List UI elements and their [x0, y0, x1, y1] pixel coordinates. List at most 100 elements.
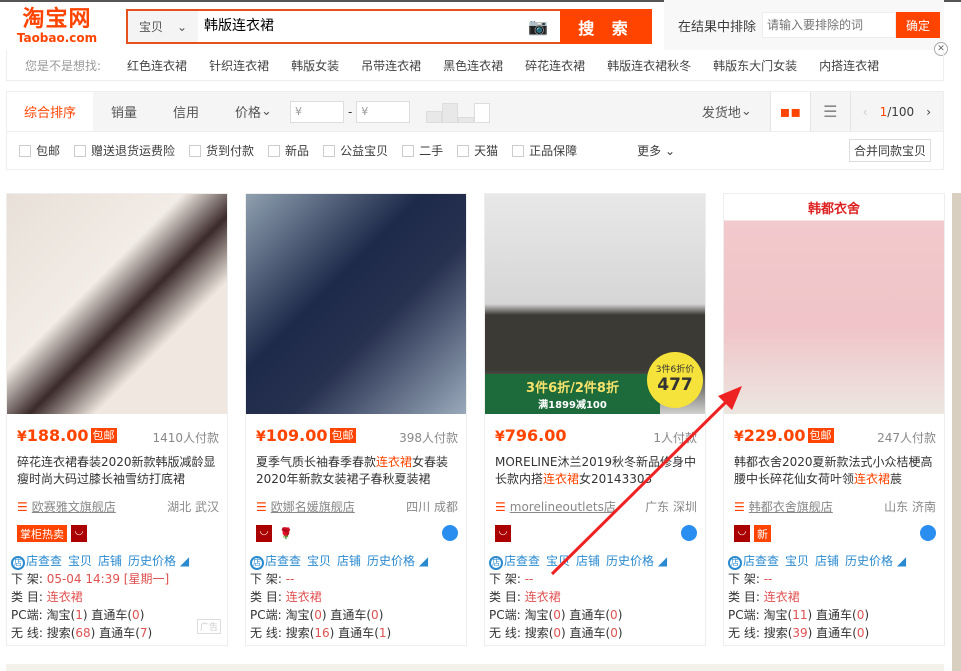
item-link[interactable]: 宝贝 [68, 552, 92, 570]
store-link[interactable]: 店铺 [98, 552, 122, 570]
search-button[interactable]: 搜 索 [560, 9, 652, 44]
sales-count: 398人付款 [399, 429, 458, 446]
suggest-link[interactable]: 韩版连衣裙秋冬 [607, 57, 691, 74]
suggest-link[interactable]: 韩版女装 [291, 57, 339, 74]
suggest-link[interactable]: 红色连衣裙 [127, 57, 187, 74]
price-range-dash: - [348, 105, 352, 119]
wireless-stats-row: 无 线: 搜索(39) 直通车(0) [728, 624, 869, 641]
price-history-link[interactable]: 历史价格 ◢ [367, 552, 428, 570]
filter-checkbox[interactable]: 二手 [402, 142, 443, 159]
product-title[interactable]: 夏季气质长袖春季春款连衣裙女春装2020年新款女装裙子春秋夏装裙 [256, 454, 460, 488]
wangwang-chat-icon[interactable] [920, 525, 936, 541]
dianchacha-link[interactable]: 店店查查 [11, 552, 62, 570]
exclude-confirm-button[interactable]: 确定 [896, 12, 940, 38]
price-min-input[interactable]: ¥ [290, 101, 344, 123]
badges: ◡ 🌹 [256, 525, 296, 542]
product-image[interactable] [7, 194, 227, 414]
tmall-icon[interactable]: ◡ [71, 525, 87, 542]
product-card[interactable]: ¥109.00包邮 398人付款 夏季气质长袖春季春款连衣裙女春装2020年新款… [245, 193, 467, 646]
product-card[interactable]: 3件6折/2件8折满1899减100 3件6折价477 ¥796.00 1人付款… [484, 193, 706, 646]
more-filters-dropdown[interactable]: 更多 ⌄ [637, 142, 675, 159]
wangwang-chat-icon[interactable] [681, 525, 697, 541]
store-link[interactable]: 店铺 [337, 552, 361, 570]
prev-page-icon[interactable]: ‹ [863, 105, 868, 119]
suggest-link[interactable]: 内搭连衣裙 [819, 57, 879, 74]
extra-badge: 新 [754, 525, 771, 542]
taobao-logo[interactable]: 淘宝网 Taobao.com [14, 8, 100, 44]
filter-checkbox[interactable]: 天猫 [457, 142, 498, 159]
dianchacha-link[interactable]: 店店查查 [489, 552, 540, 570]
free-shipping-badge: 包邮 [330, 428, 356, 443]
product-title[interactable]: 碎花连衣裙春装2020新款韩版减龄显瘦时尚大码过膝长袖雪纺打底裙 [17, 454, 221, 488]
item-link[interactable]: 宝贝 [546, 552, 570, 570]
product-image[interactable]: 3件6折/2件8折满1899减100 3件6折价477 [485, 194, 705, 414]
sort-sales-tab[interactable]: 销量 [93, 92, 155, 131]
shop-link[interactable]: ☰欧赛雅文旗舰店 [17, 498, 116, 515]
search-input[interactable]: 韩版连衣裙 [198, 11, 528, 42]
tmall-icon[interactable]: ◡ [495, 525, 511, 542]
store-link[interactable]: 店铺 [815, 552, 839, 570]
tool-links: 店店查查 宝贝 店铺 历史价格 ◢ [11, 552, 189, 570]
item-link[interactable]: 宝贝 [785, 552, 809, 570]
grid-view-icon[interactable]: ▪▪ [770, 92, 810, 131]
shop-icon: ☰ [734, 500, 745, 514]
product-title[interactable]: 韩都衣舍2020夏新款法式小众桔梗高腰中长碎花仙女荷叶领连衣裙莀 [734, 454, 938, 488]
merge-same-button[interactable]: 合并同款宝贝 [849, 139, 931, 162]
suggest-link[interactable]: 黑色连衣裙 [443, 57, 503, 74]
exclude-panel: 在结果中排除 确定 [664, 0, 944, 50]
dianchacha-icon: 店 [11, 556, 25, 570]
filter-checkbox[interactable]: 包邮 [19, 142, 60, 159]
filter-checkbox[interactable]: 货到付款 [189, 142, 254, 159]
product-image[interactable] [246, 194, 466, 414]
product-image[interactable]: 韩都衣舍 [724, 194, 944, 414]
suggest-link[interactable]: 吊带连衣裙 [361, 57, 421, 74]
pc-stats-row: PC端: 淘宝(1) 直通车(0) [11, 606, 144, 623]
offshelf-row: 下 架: -- [489, 570, 533, 587]
suggest-link[interactable]: 韩版东大门女装 [713, 57, 797, 74]
shop-link[interactable]: ☰欧娜名媛旗舰店 [256, 498, 355, 515]
category-row: 类 目: 连衣裙 [250, 588, 322, 605]
price-history-link[interactable]: 历史价格 ◢ [606, 552, 667, 570]
camera-icon[interactable]: 📷 [528, 11, 552, 42]
price-histogram[interactable] [426, 101, 490, 123]
suggest-link[interactable]: 针织连衣裙 [209, 57, 269, 74]
suggest-link[interactable]: 碎花连衣裙 [525, 57, 585, 74]
filter-checkbox[interactable]: 赠送退货运费险 [74, 142, 175, 159]
sales-count: 1410人付款 [152, 429, 219, 446]
sales-count: 247人付款 [877, 429, 936, 446]
list-view-icon[interactable]: ☰ [810, 92, 850, 131]
filter-checkbox[interactable]: 公益宝贝 [323, 142, 388, 159]
tmall-icon[interactable]: ◡ [256, 525, 272, 542]
shop-icon: ☰ [17, 500, 28, 514]
suggest-label: 您是不是想找: [25, 57, 101, 74]
filter-checkbox[interactable]: 新品 [268, 142, 309, 159]
wangwang-chat-icon[interactable] [442, 525, 458, 541]
chevron-down-icon: ⌄ [177, 20, 187, 34]
search-bar: 宝贝⌄ 韩版连衣裙 📷 搜 索 [126, 9, 652, 44]
sort-credit-tab[interactable]: 信用 [155, 92, 217, 131]
next-page-icon[interactable]: › [926, 105, 931, 119]
price-max-input[interactable]: ¥ [356, 101, 410, 123]
product-card[interactable]: 韩都衣舍 ¥229.00包邮 247人付款 韩都衣舍2020夏新款法式小众桔梗高… [723, 193, 945, 646]
dianchacha-link[interactable]: 店店查查 [728, 552, 779, 570]
tmall-icon[interactable]: ◡ [734, 525, 750, 542]
product-title[interactable]: MORELINE沐兰2019秋冬新品修身中长款内搭连衣裙女20143303 [495, 454, 699, 488]
shop-link[interactable]: ☰韩都衣舍旗舰店 [734, 498, 833, 515]
shop-location: 湖北 武汉 [167, 498, 219, 515]
dianchacha-link[interactable]: 店店查查 [250, 552, 301, 570]
shop-link[interactable]: ☰morelineoutlets店 [495, 498, 616, 515]
product-card[interactable]: ¥188.00包邮 1410人付款 碎花连衣裙春装2020新款韩版减龄显瘦时尚大… [6, 193, 228, 646]
category-row: 类 目: 连衣裙 [728, 588, 800, 605]
item-link[interactable]: 宝贝 [307, 552, 331, 570]
filter-checkbox[interactable]: 正品保障 [512, 142, 577, 159]
sort-price-tab[interactable]: 价格⌄ [217, 92, 290, 131]
ship-from-dropdown[interactable]: 发货地⌄ [684, 92, 770, 131]
store-link[interactable]: 店铺 [576, 552, 600, 570]
price-history-link[interactable]: 历史价格 ◢ [128, 552, 189, 570]
price-history-link[interactable]: 历史价格 ◢ [845, 552, 906, 570]
sort-default-tab[interactable]: 综合排序 [7, 92, 93, 131]
product-price: ¥109.00包邮 [256, 426, 356, 445]
exclude-input[interactable] [762, 12, 896, 38]
search-category-select[interactable]: 宝贝⌄ [128, 11, 198, 42]
offshelf-row: 下 架: 05-04 14:39 [星期一] [11, 570, 169, 587]
